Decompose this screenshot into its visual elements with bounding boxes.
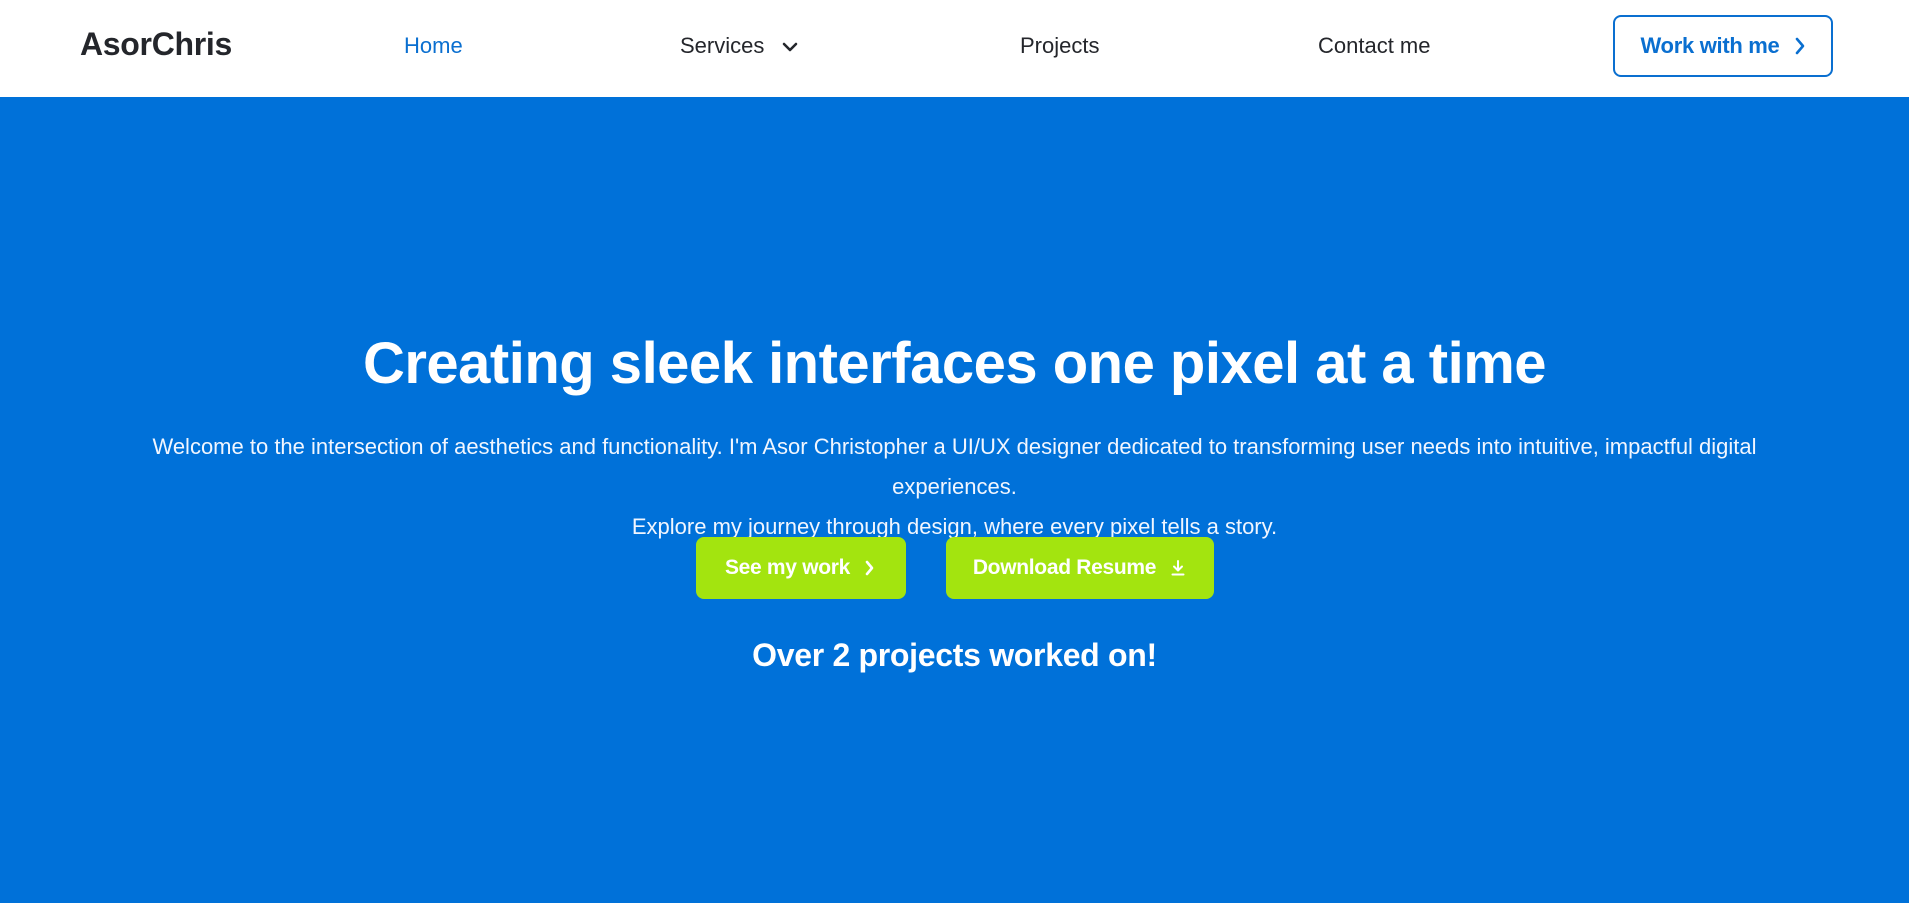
- download-resume-button[interactable]: Download Resume: [945, 537, 1214, 599]
- see-my-work-button[interactable]: See my work: [695, 537, 906, 599]
- hero-title: Creating sleek interfaces one pixel at a…: [362, 331, 1547, 396]
- nav-projects-link[interactable]: Projects: [1020, 33, 1099, 59]
- nav-home-link[interactable]: Home: [404, 33, 463, 59]
- see-my-work-label: See my work: [724, 556, 851, 579]
- projects-count-text: Over 2 projects worked on!: [752, 637, 1157, 673]
- download-icon: [1171, 560, 1185, 576]
- hero-subtitle-line-2: Explore my journey through design, where…: [631, 514, 1278, 539]
- chevron-down-icon: [783, 42, 798, 52]
- hero-subtitle-line-1: Welcome to the intersection of aesthetic…: [152, 434, 1757, 499]
- nav-services-dropdown[interactable]: Services: [680, 33, 798, 59]
- chevron-right-icon: [865, 560, 874, 576]
- download-resume-label: Download Resume: [972, 556, 1157, 579]
- nav-services-label: Services: [680, 33, 765, 58]
- top-navbar: AsorChris Home Services Projects Contact…: [0, 0, 1909, 97]
- hero-section: Creating sleek interfaces one pixel at a…: [0, 97, 1909, 903]
- work-with-me-label: Work with me: [1640, 33, 1780, 58]
- work-with-me-button[interactable]: Work with me: [1613, 15, 1833, 77]
- chevron-right-icon: [1795, 37, 1804, 55]
- brand-logo[interactable]: AsorChris: [80, 26, 232, 63]
- hero-subtitle: Welcome to the intersection of aesthetic…: [100, 427, 1809, 547]
- nav-contact-link[interactable]: Contact me: [1318, 33, 1431, 59]
- hero-button-row: See my work Download Resume: [0, 537, 1909, 599]
